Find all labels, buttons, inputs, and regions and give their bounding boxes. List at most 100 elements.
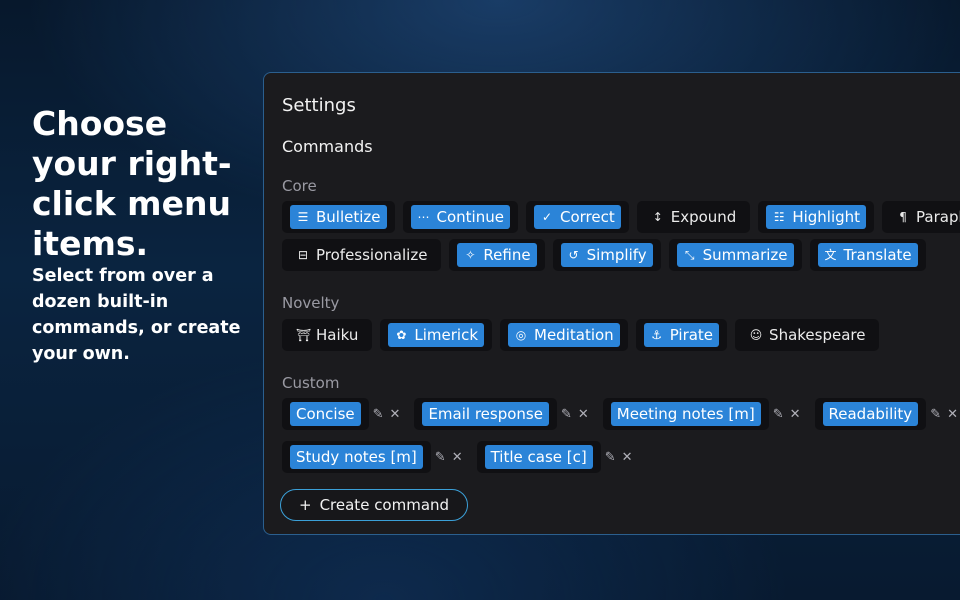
custom-chip-meeting-notes-m[interactable]: Meeting notes [m] bbox=[602, 398, 769, 430]
command-chip-inner: ⊟ Professionalize bbox=[290, 243, 433, 267]
command-chip-label: Limerick bbox=[414, 326, 479, 344]
commands-section-title: Commands bbox=[282, 137, 373, 156]
flower-icon: ✿ bbox=[396, 328, 407, 342]
delete-x-icon[interactable]: ✕ bbox=[390, 407, 401, 422]
command-chip-highlight[interactable]: ☷ Highlight bbox=[758, 201, 875, 233]
command-chip-label: Simplify bbox=[586, 246, 647, 264]
custom-row-1: Concise ✎ ✕ Email response ✎ ✕ Meeting notes [… bbox=[282, 398, 960, 430]
command-chip-correct[interactable]: ✓ Correct bbox=[525, 201, 629, 233]
custom-chip-study-notes-m[interactable]: Study notes [m] bbox=[282, 441, 431, 473]
custom-chip-title-case-c[interactable]: Title case [c] bbox=[476, 441, 601, 473]
edit-pencil-icon[interactable]: ✎ bbox=[930, 407, 941, 422]
command-chip-pirate[interactable]: ⚓ Pirate bbox=[635, 319, 728, 351]
command-chip-label: Expound bbox=[670, 208, 737, 226]
custom-chip-email-response[interactable]: Email response bbox=[414, 398, 557, 430]
double-check-icon: ✓ bbox=[541, 210, 552, 224]
command-chip-label: Correct bbox=[559, 208, 615, 226]
core-group-label: Core bbox=[282, 177, 317, 195]
command-chip-continue[interactable]: ⋯ Continue bbox=[402, 201, 518, 233]
create-command-label: Create command bbox=[319, 496, 450, 514]
highlight-list-icon: ☷ bbox=[773, 210, 785, 224]
custom-chip-label: Study notes [m] bbox=[296, 448, 417, 466]
command-chip-inner: ✓ Correct bbox=[533, 205, 621, 229]
command-chip-shakespeare[interactable]: ☺ Shakespeare bbox=[735, 319, 880, 351]
shrink-icon: ⤡ bbox=[684, 248, 695, 262]
command-chip-bulletize[interactable]: ☰ Bulletize bbox=[282, 201, 395, 233]
command-chip-inner: ✧ Refine bbox=[457, 243, 537, 267]
custom-chip-label: Title case [c] bbox=[490, 448, 587, 466]
hero-title: Choose your right-click menu items. bbox=[32, 104, 232, 263]
command-chip-label: Translate bbox=[843, 246, 912, 264]
list-icon: ☰ bbox=[297, 210, 309, 224]
command-chip-inner: ⤡ Summarize bbox=[676, 243, 794, 267]
expand-vertical-icon: ↕ bbox=[652, 210, 663, 224]
spiral-icon: ↺ bbox=[568, 248, 579, 262]
command-chip-inner: ☺ Shakespeare bbox=[743, 323, 871, 347]
hero-subtitle: Select from over a dozen built-in comman… bbox=[32, 266, 241, 364]
custom-chip-label: Concise bbox=[296, 405, 355, 423]
custom-chip-inner: Meeting notes [m] bbox=[610, 402, 761, 426]
delete-x-icon[interactable]: ✕ bbox=[622, 450, 633, 465]
command-chip-expound[interactable]: ↕ Expound bbox=[636, 201, 751, 233]
command-chip-label: Bulletize bbox=[316, 208, 381, 226]
command-chip-inner: ⋯ Continue bbox=[410, 205, 510, 229]
command-chip-label: Summarize bbox=[702, 246, 788, 264]
command-chip-professionalize[interactable]: ⊟ Professionalize bbox=[282, 239, 442, 271]
torii-gate-icon: ⛩ bbox=[296, 328, 312, 342]
command-chip-limerick[interactable]: ✿ Limerick bbox=[380, 319, 493, 351]
command-chip-label: Meditation bbox=[534, 326, 614, 344]
panel-title: Settings bbox=[282, 95, 356, 116]
command-chip-haiku[interactable]: ⛩ Haiku bbox=[282, 319, 373, 351]
core-row-2: ⊟ Professionalize ✧ Refine ↺ Simplify ⤡ Summari… bbox=[282, 239, 934, 271]
edit-pencil-icon[interactable]: ✎ bbox=[435, 450, 446, 465]
custom-chip-concise[interactable]: Concise bbox=[282, 398, 369, 430]
custom-chip-inner: Study notes [m] bbox=[290, 445, 423, 469]
command-chip-inner: ↺ Simplify bbox=[560, 243, 653, 267]
command-chip-label: Pirate bbox=[669, 326, 714, 344]
delete-x-icon[interactable]: ✕ bbox=[790, 407, 801, 422]
theater-masks-icon: ☺ bbox=[749, 328, 763, 342]
command-chip-translate[interactable]: 文 Translate bbox=[809, 239, 926, 271]
custom-chip-inner: Concise bbox=[290, 402, 361, 426]
command-chip-inner: ¶ Paraphrase bbox=[890, 205, 960, 229]
novelty-group-label: Novelty bbox=[282, 294, 340, 312]
command-chip-inner: ↕ Expound bbox=[645, 205, 743, 229]
command-chip-summarize[interactable]: ⤡ Summarize bbox=[668, 239, 802, 271]
yin-yang-icon: ◎ bbox=[515, 328, 527, 342]
core-row-1: ☰ Bulletize ⋯ Continue ✓ Correct ↕ Expound ☷ High… bbox=[282, 201, 960, 233]
command-chip-inner: ☷ Highlight bbox=[766, 205, 867, 229]
command-chip-inner: ⛩ Haiku bbox=[290, 323, 364, 347]
command-chip-inner: ⚓ Pirate bbox=[643, 323, 720, 347]
command-chip-refine[interactable]: ✧ Refine bbox=[449, 239, 545, 271]
translate-icon: 文 bbox=[824, 248, 837, 262]
command-chip-label: Haiku bbox=[316, 326, 359, 344]
delete-x-icon[interactable]: ✕ bbox=[452, 450, 463, 465]
delete-x-icon[interactable]: ✕ bbox=[578, 407, 589, 422]
custom-chip-label: Meeting notes [m] bbox=[616, 405, 755, 423]
novelty-row: ⛩ Haiku ✿ Limerick ◎ Meditation ⚓ Pirate ☺ Shakes… bbox=[282, 319, 887, 351]
command-chip-simplify[interactable]: ↺ Simplify bbox=[552, 239, 661, 271]
custom-chip-label: Email response bbox=[428, 405, 543, 423]
custom-chip-inner: Email response bbox=[422, 402, 549, 426]
custom-row-2: Study notes [m] ✎ ✕ Title case [c] ✎ ✕ bbox=[282, 441, 647, 473]
command-chip-paraphrase[interactable]: ¶ Paraphrase bbox=[882, 201, 960, 233]
edit-pencil-icon[interactable]: ✎ bbox=[773, 407, 784, 422]
custom-group-label: Custom bbox=[282, 374, 340, 392]
command-chip-label: Paraphrase bbox=[916, 208, 960, 226]
settings-panel: Settings Commands Core ☰ Bulletize ⋯ Contin… bbox=[263, 72, 960, 535]
command-chip-label: Refine bbox=[483, 246, 531, 264]
custom-chip-label: Readability bbox=[828, 405, 913, 423]
edit-pencil-icon[interactable]: ✎ bbox=[605, 450, 616, 465]
create-command-button[interactable]: + Create command bbox=[280, 489, 469, 521]
edit-pencil-icon[interactable]: ✎ bbox=[373, 407, 384, 422]
briefcase-icon: ⊟ bbox=[297, 248, 309, 262]
delete-x-icon[interactable]: ✕ bbox=[947, 407, 958, 422]
plus-icon: + bbox=[299, 496, 312, 514]
edit-pencil-icon[interactable]: ✎ bbox=[561, 407, 572, 422]
command-chip-inner: 文 Translate bbox=[817, 243, 918, 267]
command-chip-meditation[interactable]: ◎ Meditation bbox=[500, 319, 628, 351]
ellipsis-icon: ⋯ bbox=[417, 210, 430, 224]
anchor-icon: ⚓ bbox=[651, 328, 663, 342]
custom-chip-readability[interactable]: Readability bbox=[814, 398, 927, 430]
custom-chip-inner: Readability bbox=[822, 402, 919, 426]
